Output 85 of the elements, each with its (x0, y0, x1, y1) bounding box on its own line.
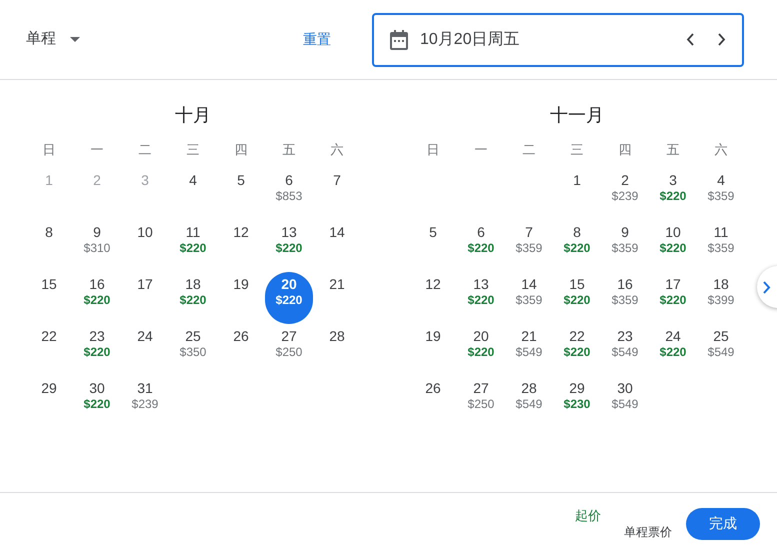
chevron-right-icon[interactable] (718, 33, 726, 46)
weekday-label: 日 (42, 141, 56, 159)
price-from-label: 起价 (575, 508, 601, 524)
calendar-day[interactable]: 2 $239 (601, 168, 649, 220)
calendar-day[interactable]: 13 $220 (457, 272, 505, 324)
calendar-day[interactable]: 21 $549 (505, 324, 553, 376)
calendar-day[interactable]: 8 $220 (553, 220, 601, 272)
calendar-day[interactable]: 18 $399 (697, 272, 745, 324)
weekday-label: 一 (90, 141, 104, 159)
calendar-day[interactable]: 23 $549 (601, 324, 649, 376)
weekday-label: 二 (138, 141, 152, 159)
calendar-day[interactable]: 28 $549 (505, 376, 553, 428)
calendar-day[interactable]: 29 $230 (553, 376, 601, 428)
calendar-day[interactable]: 17 $220 (649, 272, 697, 324)
calendar-day[interactable]: 4 $359 (697, 168, 745, 220)
calendar-day[interactable]: 16 $359 (601, 272, 649, 324)
calendar-day[interactable]: 25 $350 (169, 324, 217, 376)
calendar-day[interactable]: 16 $220 (73, 272, 121, 324)
month-title: 十月 (175, 104, 211, 127)
trip-type-dropdown[interactable]: 单程 (26, 22, 80, 58)
calendar-day[interactable]: 21 (313, 272, 361, 324)
calendar-day[interactable]: 26 (409, 376, 457, 428)
calendar-day[interactable]: 10 $220 (649, 220, 697, 272)
calendar-day[interactable]: 17 (121, 272, 169, 324)
calendar-day[interactable]: 24 (121, 324, 169, 376)
weekday-label: 六 (330, 141, 344, 159)
calendar-day[interactable]: 6 $220 (457, 220, 505, 272)
calendar-day[interactable]: 29 (25, 376, 73, 428)
calendar-day[interactable]: 4 (169, 168, 217, 220)
weekday-label: 五 (282, 141, 296, 159)
calendar-day[interactable]: 31 $239 (121, 376, 169, 428)
calendar-day[interactable]: 22 (25, 324, 73, 376)
calendar-day[interactable]: 27 $250 (457, 376, 505, 428)
calendar-day[interactable]: 30 $220 (73, 376, 121, 428)
calendar-day[interactable]: 18 $220 (169, 272, 217, 324)
calendar-day[interactable]: 5 (217, 168, 265, 220)
calendar-day[interactable]: 26 (217, 324, 265, 376)
calendar-day[interactable]: 8 (25, 220, 73, 272)
reset-link[interactable]: 重置 (303, 29, 331, 50)
calendar-day[interactable]: 28 (313, 324, 361, 376)
calendar-day[interactable]: 15 (25, 272, 73, 324)
calendar-day[interactable]: 11 $359 (697, 220, 745, 272)
calendar-day[interactable]: 30 $549 (601, 376, 649, 428)
done-button[interactable]: 完成 (686, 508, 760, 540)
calendar-day[interactable]: 6 $853 (265, 168, 313, 220)
weekday-label: 二 (522, 141, 536, 159)
calendar-day[interactable]: 14 (313, 220, 361, 272)
calendar-day[interactable]: 20 $220 (265, 272, 313, 324)
calendar-day[interactable]: 12 (409, 272, 457, 324)
weekday-label: 三 (570, 141, 584, 159)
weekday-label: 四 (618, 141, 632, 159)
dropdown-caret-icon (70, 37, 80, 42)
calendar-day[interactable]: 24 $220 (649, 324, 697, 376)
calendar-day[interactable]: 15 $220 (553, 272, 601, 324)
calendar-day[interactable]: 11 $220 (169, 220, 217, 272)
calendar-day[interactable]: 7 $359 (505, 220, 553, 272)
calendar-day[interactable]: 9 $359 (601, 220, 649, 272)
calendar-day[interactable]: 14 $359 (505, 272, 553, 324)
weekday-label: 三 (186, 141, 200, 159)
weekday-label: 四 (234, 141, 248, 159)
calendar-day[interactable]: 23 $220 (73, 324, 121, 376)
calendar-day[interactable]: 13 $220 (265, 220, 313, 272)
calendar-day[interactable]: 22 $220 (553, 324, 601, 376)
calendar-day[interactable]: 10 (121, 220, 169, 272)
weekday-label: 一 (474, 141, 488, 159)
calendar-day[interactable]: 19 (217, 272, 265, 324)
calendar-day[interactable]: 25 $549 (697, 324, 745, 376)
calendar-icon (390, 30, 408, 50)
calendar-day[interactable]: 27 $250 (265, 324, 313, 376)
month-title: 十一月 (550, 104, 604, 127)
calendar-day[interactable]: 7 (313, 168, 361, 220)
chevron-left-icon[interactable] (686, 33, 694, 46)
date-field[interactable]: 10月20日周五 (372, 12, 744, 66)
weekday-label: 日 (426, 141, 440, 159)
calendar-day[interactable]: 19 (409, 324, 457, 376)
calendar-day[interactable]: 9 $310 (73, 220, 121, 272)
weekday-label: 六 (714, 141, 728, 159)
chevron-right-icon (763, 280, 771, 294)
calendar-day[interactable]: 5 (409, 220, 457, 272)
price-note: 单程票价 (624, 524, 672, 540)
calendar-day[interactable]: 1 (553, 168, 601, 220)
calendar-day[interactable]: 20 $220 (457, 324, 505, 376)
weekday-label: 五 (666, 141, 680, 159)
calendar-day[interactable]: 12 (217, 220, 265, 272)
calendar-day[interactable]: 3 $220 (649, 168, 697, 220)
